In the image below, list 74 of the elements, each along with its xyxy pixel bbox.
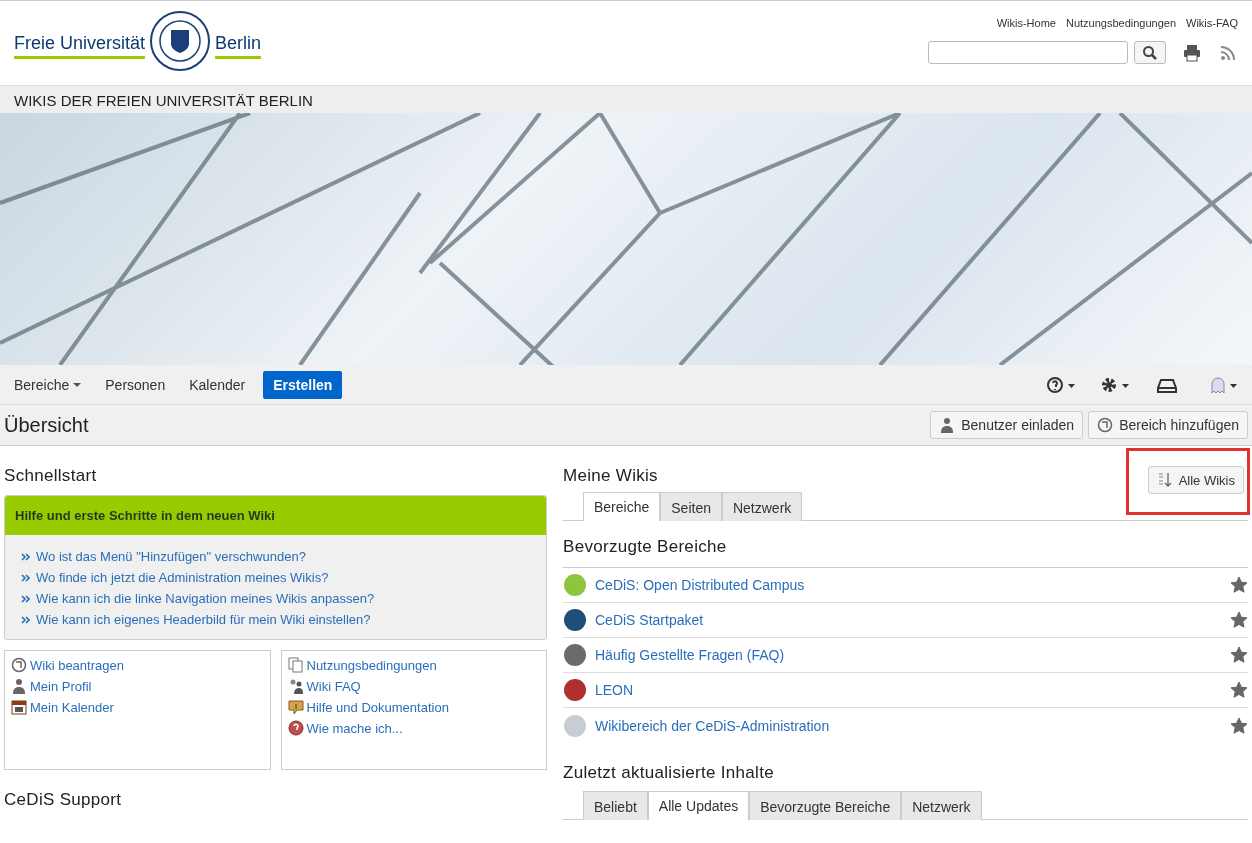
info-icon: [287, 699, 304, 715]
space-link[interactable]: CeDiS: Open Distributed Campus: [595, 577, 1222, 593]
invite-user-button[interactable]: Benutzer einladen: [930, 411, 1084, 439]
tab[interactable]: Bevorzugte Bereiche: [749, 791, 902, 820]
logo-text[interactable]: Freie Universität: [14, 33, 146, 59]
printer-icon[interactable]: [1182, 42, 1202, 63]
nav-link[interactable]: Kalender: [189, 376, 246, 393]
sort-icon: [1156, 472, 1173, 488]
section-heading: Schnellstart: [4, 466, 98, 486]
header-link[interactable]: Nutzungsbedingungen: [1065, 17, 1177, 29]
section-heading: Zuletzt aktualisierte Inhalte: [563, 763, 775, 783]
tab[interactable]: Seiten: [660, 492, 722, 521]
star-icon[interactable]: [1230, 611, 1248, 629]
search-field[interactable]: [928, 41, 1128, 64]
quick-link[interactable]: Wie mache ich...: [287, 720, 540, 736]
question-icon: [287, 720, 304, 736]
ghost-avatar-icon[interactable]: [1208, 374, 1238, 395]
site-title: WIKIS DER FREIEN UNIVERSITÄT BERLIN: [0, 85, 1252, 113]
tab[interactable]: Netzwerk: [721, 492, 803, 521]
tab[interactable]: Netzwerk: [901, 791, 982, 820]
search-button[interactable]: [1134, 41, 1166, 64]
double-chevron-icon: [21, 615, 30, 624]
help-link[interactable]: Wie kann ich die linke Navigation meines Wikis anpassen?: [36, 591, 375, 606]
double-chevron-icon: [21, 573, 30, 582]
space-link[interactable]: LEON: [595, 682, 1222, 698]
space-logo-icon: [563, 713, 587, 738]
nav-menu[interactable]: Bereiche: [14, 376, 82, 393]
space-logo-icon: [563, 608, 587, 632]
space-link[interactable]: Häufig Gestellte Fragen (FAQ): [595, 647, 1222, 663]
star-icon[interactable]: [1230, 681, 1248, 699]
double-chevron-icon: [21, 552, 30, 561]
person-icon: [939, 417, 956, 433]
nav-link[interactable]: Personen: [105, 376, 166, 393]
seal-icon: [149, 10, 212, 72]
quick-link[interactable]: Nutzungsbedingungen: [287, 657, 540, 673]
star-icon[interactable]: [1230, 716, 1248, 735]
page-title: Übersicht: [4, 413, 89, 437]
header-link[interactable]: Wikis-FAQ: [1186, 17, 1238, 29]
tab[interactable]: Bereiche: [583, 492, 661, 521]
search-icon: [1142, 44, 1158, 61]
calendar-icon: [11, 699, 27, 715]
help-icon[interactable]: [1046, 374, 1076, 395]
double-chevron-icon: [21, 594, 30, 603]
quick-link[interactable]: Wiki FAQ: [287, 678, 540, 694]
section-heading: CeDiS Support: [4, 790, 123, 810]
quick-link[interactable]: Mein Kalender: [11, 699, 264, 715]
quick-link[interactable]: Mein Profil: [11, 678, 264, 694]
star-icon[interactable]: [1230, 646, 1248, 664]
help-link[interactable]: Wie kann ich eigenes Headerbild für mein Wiki einstellen?: [36, 612, 371, 627]
circle-icon: [1097, 417, 1114, 433]
space-logo-icon: [563, 573, 587, 597]
space-logo-icon: [563, 678, 587, 702]
help-link[interactable]: Wo ist das Menü "Hinzufügen" verschwunden?: [36, 549, 306, 564]
section-heading: Bevorzugte Bereiche: [563, 537, 728, 557]
quick-link[interactable]: Hilfe und Dokumentation: [287, 699, 540, 715]
person-icon: [11, 678, 27, 694]
logo-text[interactable]: Berlin: [215, 33, 262, 59]
panel-heading: Hilfe und erste Schritte in dem neuen Wiki: [5, 496, 546, 535]
help-link[interactable]: Wo finde ich jetzt die Administration meines Wikis?: [36, 570, 329, 585]
header-link[interactable]: Wikis-Home: [996, 17, 1056, 29]
tab[interactable]: Beliebt: [583, 791, 648, 820]
create-button[interactable]: Erstellen: [263, 370, 343, 399]
space-logo-icon: [563, 643, 587, 667]
space-link[interactable]: Wikibereich der CeDiS-Administration: [595, 717, 1222, 734]
pages-icon: [287, 657, 304, 673]
quick-link[interactable]: Wiki beantragen: [11, 657, 264, 673]
tab[interactable]: Alle Updates: [647, 791, 750, 820]
circle-icon: [11, 657, 27, 673]
all-wikis-button[interactable]: Alle Wikis: [1147, 466, 1244, 494]
section-heading: Meine Wikis: [563, 466, 658, 486]
space-link[interactable]: CeDiS Startpaket: [595, 612, 1222, 628]
add-space-button[interactable]: Bereich hinzufügen: [1088, 411, 1248, 439]
caret-icon: [73, 382, 82, 387]
star-icon[interactable]: [1230, 576, 1248, 594]
